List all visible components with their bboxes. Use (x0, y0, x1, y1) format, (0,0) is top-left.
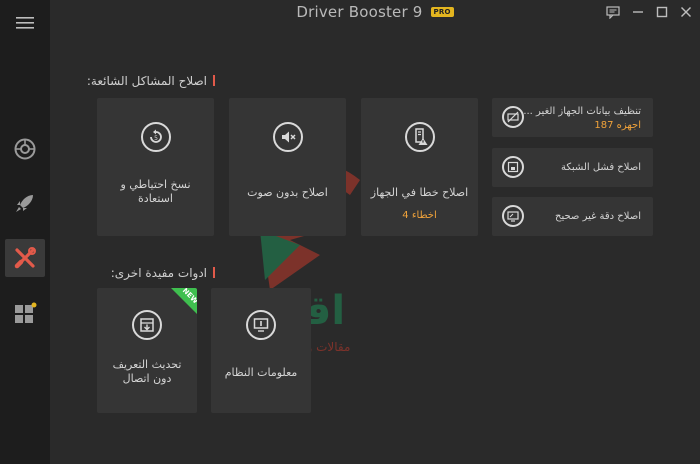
maximize-icon (656, 6, 668, 18)
close-icon (681, 7, 691, 17)
card-backup-restore[interactable]: 5 نسخ احتياطي و استعادة (97, 98, 214, 236)
row-network-fix[interactable]: اصلاح فشل الشبكة (492, 148, 653, 187)
card-backup-restore-label: نسخ احتياطي و استعادة (120, 178, 191, 205)
card-no-sound[interactable]: اصلاح بدون صوت (229, 98, 346, 236)
section-accent-bar (213, 75, 215, 86)
card-offline-driver-update[interactable]: NEW تحديث التعريف دون اتصال (97, 288, 197, 413)
row-clean-device-data[interactable]: تنظيف بيانات الجهاز الغير ... اجهزه 187 (492, 98, 653, 137)
title-bar: Driver Booster 9 PRO (50, 0, 700, 26)
common-fixes-title-text: اصلاح المشاكل الشائعة: (86, 74, 207, 88)
hamburger-menu-icon (16, 17, 34, 29)
device-error-count: اخطاء 4 (402, 210, 437, 221)
close-button[interactable] (676, 2, 696, 22)
sidebar-item-boost[interactable] (5, 184, 45, 222)
message-icon (606, 5, 620, 19)
card-system-info-label: معلومات النظام (224, 366, 298, 379)
backup-restore-icon: 5 (140, 122, 171, 152)
sidebar-item-apps[interactable] (5, 295, 45, 333)
pro-badge: PRO (430, 7, 454, 17)
card-system-info[interactable]: معلومات النظام (211, 288, 311, 413)
app-title-text: Driver Booster 9 (296, 3, 423, 21)
menu-button[interactable] (5, 4, 45, 42)
apps-grid-icon (15, 302, 37, 323)
network-fix-icon (502, 156, 524, 178)
section-accent-bar (213, 267, 215, 278)
resolution-fix-icon (502, 205, 524, 227)
row-clean-device-label: تنظيف بيانات الجهاز الغير ... (523, 106, 641, 117)
system-info-icon (246, 310, 276, 340)
card-device-error[interactable]: اصلاح خطا في الجهاز اخطاء 4 (361, 98, 478, 236)
other-tools-title-text: ادوات مفيدة اخرى: (110, 266, 207, 280)
scan-dial-icon (14, 138, 36, 160)
rocket-icon (16, 195, 33, 212)
no-sound-icon (272, 122, 303, 152)
minimize-button[interactable] (628, 2, 648, 22)
row-resolution-fix-label: اصلاح دقة غير صحيح (554, 211, 641, 222)
card-offline-update-label: تحديث التعريف دون اتصال (112, 358, 182, 385)
common-fixes-title: اصلاح المشاكل الشائعة: (0, 74, 215, 88)
feedback-button[interactable] (603, 2, 623, 22)
sidebar (0, 0, 50, 464)
row-resolution-fix[interactable]: اصلاح دقة غير صحيح (492, 197, 653, 236)
row-clean-device-count: اجهزه 187 (594, 120, 641, 131)
minimize-icon (633, 11, 643, 13)
maximize-button[interactable] (652, 2, 672, 22)
other-tools-title: ادوات مفيدة اخرى: (0, 266, 215, 280)
row-network-fix-label: اصلاح فشل الشبكة (561, 162, 641, 173)
device-error-icon (404, 122, 435, 152)
card-device-error-label: اصلاح خطا في الجهاز (370, 186, 469, 199)
sidebar-item-scan[interactable] (5, 130, 45, 168)
card-no-sound-label: اصلاح بدون صوت (247, 186, 328, 199)
svg-text:5: 5 (154, 135, 158, 142)
offline-update-icon (132, 310, 162, 340)
clean-device-icon (502, 106, 524, 128)
